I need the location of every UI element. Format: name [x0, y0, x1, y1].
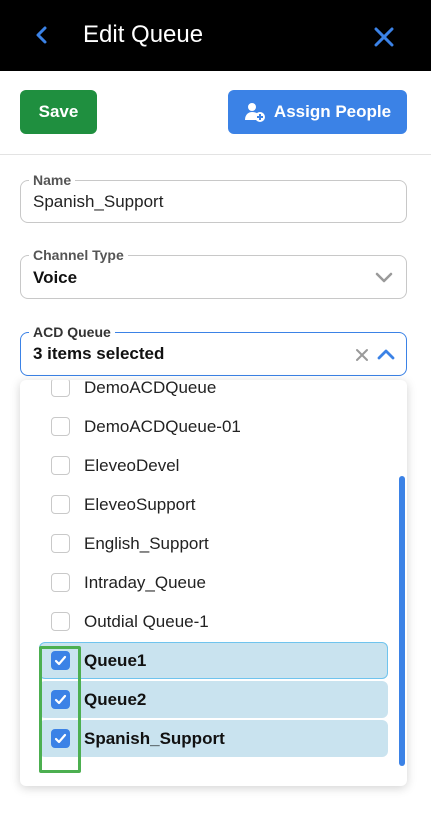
chevron-down-icon[interactable] — [374, 270, 394, 286]
acd-option-checkbox[interactable] — [51, 495, 70, 514]
acd-queue-value: 3 items selected — [33, 344, 165, 363]
name-field-value[interactable]: Spanish_Support — [33, 191, 163, 213]
divider — [0, 154, 431, 155]
acd-option-label: Queue1 — [84, 651, 147, 670]
acd-option-label: Intraday_Queue — [84, 573, 206, 592]
page-title: Edit Queue — [83, 21, 204, 48]
channel-type-value: Voice — [33, 268, 78, 287]
acd-option-checkbox[interactable] — [51, 573, 70, 592]
acd-queue-label: ACD Queue — [29, 324, 115, 340]
acd-option-item[interactable]: Queue2 — [20, 680, 392, 719]
header-bar: Edit Queue — [0, 0, 431, 71]
acd-queue-select[interactable]: ACD Queue 3 items selected — [20, 324, 407, 376]
channel-type-select[interactable]: Channel Type Voice — [20, 247, 407, 299]
acd-option-item[interactable]: Intraday_Queue — [20, 563, 392, 602]
scrollbar[interactable] — [399, 476, 405, 766]
acd-option-checkbox[interactable] — [51, 417, 70, 436]
save-button-label: Save — [38, 102, 79, 121]
acd-option-label: DemoACDQueue — [84, 380, 217, 397]
channel-type-label: Channel Type — [29, 247, 128, 263]
acd-option-item[interactable]: Queue1 — [20, 641, 392, 680]
acd-option-item[interactable]: EleveoSupport — [20, 485, 392, 524]
acd-option-checkbox[interactable] — [51, 380, 70, 397]
acd-option-checkbox[interactable] — [51, 651, 70, 670]
acd-queue-dropdown: DemoACDQueue DemoACDQueue-01 EleveoDevel El… — [20, 380, 407, 786]
chevron-left-icon[interactable] — [30, 22, 56, 48]
acd-option-item[interactable]: DemoACDQueue — [20, 380, 392, 407]
acd-option-item[interactable]: English_Support — [20, 524, 392, 563]
acd-option-item[interactable]: EleveoDevel — [20, 446, 392, 485]
chevron-up-icon[interactable] — [376, 346, 396, 362]
person-add-icon — [244, 101, 266, 123]
clear-icon[interactable] — [354, 347, 370, 363]
save-button[interactable]: Save — [20, 90, 97, 134]
acd-option-label: Queue2 — [84, 690, 147, 709]
acd-option-checkbox[interactable] — [51, 456, 70, 475]
close-icon[interactable] — [371, 24, 397, 50]
acd-option-label: Outdial Queue-1 — [84, 612, 209, 631]
acd-option-checkbox[interactable] — [51, 729, 70, 748]
checkmark-icon — [54, 733, 67, 744]
acd-option-checkbox[interactable] — [51, 534, 70, 553]
acd-option-label: Spanish_Support — [84, 729, 225, 748]
checkmark-icon — [54, 655, 67, 666]
checkmark-icon — [54, 694, 67, 705]
acd-option-label: English_Support — [84, 534, 209, 553]
acd-option-label: EleveoDevel — [84, 456, 180, 475]
acd-option-item[interactable]: DemoACDQueue-01 — [20, 407, 392, 446]
name-field[interactable]: Name Spanish_Support — [20, 172, 407, 223]
acd-option-checkbox[interactable] — [51, 612, 70, 631]
acd-option-checkbox[interactable] — [51, 690, 70, 709]
acd-option-item[interactable]: Outdial Queue-1 — [20, 602, 392, 641]
acd-option-label: EleveoSupport — [84, 495, 196, 514]
acd-option-item[interactable]: Spanish_Support — [20, 719, 392, 758]
assign-people-label: Assign People — [273, 102, 392, 121]
assign-people-button[interactable]: Assign People — [228, 90, 407, 134]
acd-queue-options: DemoACDQueue DemoACDQueue-01 EleveoDevel El… — [20, 380, 392, 758]
acd-option-label: DemoACDQueue-01 — [84, 417, 241, 436]
name-field-label: Name — [29, 172, 76, 188]
